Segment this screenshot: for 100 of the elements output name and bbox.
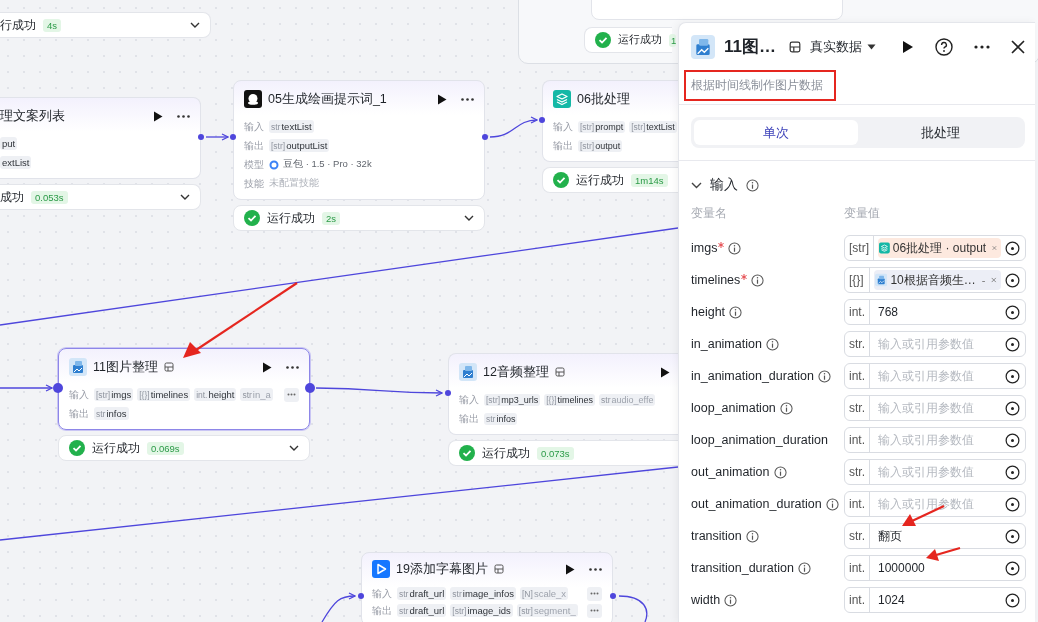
info-icon[interactable]: [746, 178, 759, 192]
reference-chip[interactable]: 06批处理 · output: [878, 238, 1001, 258]
info-icon[interactable]: [825, 497, 839, 511]
node-card[interactable]: 11图片整理 输入 [str]imgs [{}]timelines int.height strin_a 输出 str infos: [58, 348, 310, 430]
value-input[interactable]: 768: [874, 305, 1001, 319]
data-mode-dropdown[interactable]: 真实数据: [810, 37, 876, 56]
variable-picker-icon[interactable]: [1005, 336, 1020, 352]
variable-picker-icon[interactable]: [1005, 560, 1020, 576]
node-card[interactable]: 19添加字幕图片 输入 str draft_url strimage_infos [N]scale_x 输出 str draft_url [str]image_ids [str]segment_: [361, 552, 613, 622]
variable-picker-icon[interactable]: [1005, 432, 1020, 448]
param-field[interactable]: int. 1000000: [844, 555, 1026, 581]
play-icon[interactable]: [153, 110, 163, 122]
variable-picker-icon[interactable]: [1005, 592, 1020, 608]
row-label: 输出: [459, 411, 479, 426]
more-icon[interactable]: [461, 97, 474, 101]
chevron-icon[interactable]: [289, 445, 299, 451]
more-icon[interactable]: [974, 44, 990, 49]
info-icon[interactable]: [765, 337, 779, 351]
port-handle[interactable]: [445, 390, 451, 396]
param-tag: [str]textList: [629, 120, 677, 133]
mode-tab[interactable]: 批处理: [858, 120, 1022, 145]
help-icon[interactable]: [935, 37, 953, 56]
section-title: 输入: [710, 176, 738, 194]
port-handle[interactable]: [539, 117, 545, 123]
info-icon[interactable]: [773, 465, 787, 479]
more-icon[interactable]: [177, 114, 190, 118]
node-card[interactable]: 06批处理 输入 [str]prompt [str]textList 输出 [str]output: [542, 80, 678, 162]
info-icon[interactable]: [779, 401, 793, 415]
value-input[interactable]: 1024: [874, 593, 1001, 607]
value-input[interactable]: 输入或引用参数值: [874, 369, 1001, 383]
chevron-icon[interactable]: [691, 181, 702, 189]
param-field[interactable]: int. 输入或引用参数值: [844, 427, 1026, 453]
info-icon[interactable]: [724, 593, 738, 607]
value-input[interactable]: 输入或引用参数值: [874, 401, 1001, 415]
info-icon[interactable]: [729, 305, 743, 319]
port-handle[interactable]: [198, 134, 204, 140]
run-status-bar[interactable]: 运行成功 0.073s: [448, 440, 678, 466]
port-handle[interactable]: [610, 593, 616, 599]
template-icon[interactable]: [789, 40, 801, 53]
more-icon[interactable]: [589, 567, 602, 571]
param-field[interactable]: int. 输入或引用参数值: [844, 363, 1026, 389]
variable-picker-icon[interactable]: [1005, 400, 1020, 416]
value-input[interactable]: 1000000: [874, 561, 1001, 575]
variable-picker-icon[interactable]: [1005, 240, 1020, 256]
variable-picker-icon[interactable]: [1005, 496, 1020, 512]
port-handle[interactable]: [358, 593, 364, 599]
more-icon[interactable]: [286, 365, 299, 369]
param-tag: str infos: [94, 407, 129, 420]
reference-label: 06批处理 · output: [892, 239, 987, 257]
param-field[interactable]: [{}] 10根据音频生… -: [844, 267, 1026, 293]
mode-tab[interactable]: 单次: [694, 120, 858, 145]
value-input[interactable]: 输入或引用参数值: [874, 433, 1001, 447]
variable-picker-icon[interactable]: [1005, 368, 1020, 384]
play-icon[interactable]: [660, 366, 670, 378]
value-input[interactable]: 输入或引用参数值: [874, 337, 1001, 351]
chevron-icon[interactable]: [464, 215, 474, 221]
run-status-bar[interactable]: 成功 0.053s: [0, 184, 201, 210]
close-icon[interactable]: [1011, 39, 1025, 54]
duration-badge: 1m14s: [631, 173, 668, 187]
param-field[interactable]: str. 输入或引用参数值: [844, 395, 1026, 421]
column-header: 变量名: [691, 205, 728, 222]
play-icon[interactable]: [437, 93, 447, 105]
info-icon[interactable]: [745, 529, 759, 543]
run-status-bar[interactable]: 行成功 4s: [0, 12, 211, 38]
play-icon[interactable]: [262, 361, 272, 373]
variable-picker-icon[interactable]: [1005, 304, 1020, 320]
variable-picker-icon[interactable]: [1005, 272, 1020, 288]
param-field[interactable]: str. 输入或引用参数值: [844, 331, 1026, 357]
port-handle[interactable]: [305, 383, 315, 393]
param-field[interactable]: [str] 06批处理 · output: [844, 235, 1026, 261]
value-input[interactable]: 翻页: [874, 529, 1001, 543]
info-icon[interactable]: [797, 561, 811, 575]
param-field[interactable]: int. 1024: [844, 587, 1026, 613]
param-tag: str draft_url: [397, 587, 447, 600]
play-icon[interactable]: [565, 563, 575, 575]
variable-picker-icon[interactable]: [1005, 528, 1020, 544]
port-handle[interactable]: [53, 383, 63, 393]
node-card[interactable]: 理文案列表 put extList: [0, 97, 201, 179]
node-card[interactable]: 05生成绘画提示词_1 输入 strtextList 输出 [str]outputList 模型 豆包 · 1.5 · Pro · 32k 技能 未配置技能: [233, 80, 485, 200]
info-icon[interactable]: [818, 369, 831, 383]
info-icon[interactable]: [751, 273, 765, 287]
param-field[interactable]: int. 768: [844, 299, 1026, 325]
info-icon[interactable]: [728, 241, 742, 255]
duration-badge: 0.069s: [147, 441, 184, 455]
run-status-bar[interactable]: 运行成功 1m14s: [542, 167, 678, 193]
param-field[interactable]: str. 翻页: [844, 523, 1026, 549]
run-status-bar[interactable]: 运行成功 0.069s: [58, 435, 310, 461]
type-tag: int.: [845, 428, 870, 452]
port-handle[interactable]: [482, 134, 488, 140]
node-description: 根据时间线制作图片数据: [691, 77, 823, 94]
port-handle[interactable]: [230, 134, 236, 140]
run-status-bar[interactable]: 运行成功 2s: [233, 205, 485, 231]
play-icon[interactable]: [902, 39, 914, 54]
variable-picker-icon[interactable]: [1005, 464, 1020, 480]
reference-chip[interactable]: 10根据音频生… -: [874, 270, 1001, 290]
value-input[interactable]: 输入或引用参数值: [874, 465, 1001, 479]
node-card[interactable]: 12音频整理 输入 [str]mp3_urls [{}]timelines straudio_effe 输出 str infos: [448, 353, 678, 435]
chevron-icon[interactable]: [190, 22, 200, 28]
chevron-icon[interactable]: [180, 194, 190, 200]
param-field[interactable]: str. 输入或引用参数值: [844, 459, 1026, 485]
